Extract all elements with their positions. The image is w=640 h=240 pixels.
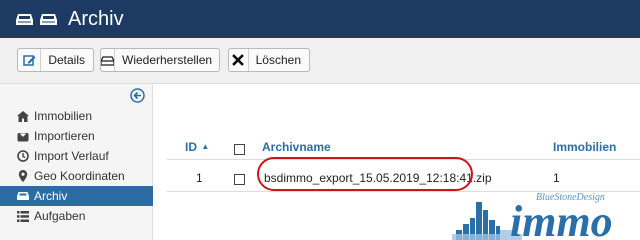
home-icon xyxy=(17,110,29,122)
sidebar-item-label: Import Verlauf xyxy=(34,149,109,163)
archive-icon xyxy=(17,190,29,202)
column-header-archivname[interactable]: Archivname xyxy=(262,140,331,154)
sidebar-item-label: Geo Koordinaten xyxy=(34,169,125,183)
close-icon xyxy=(229,49,249,71)
restore-button[interactable]: Wiederherstellen xyxy=(100,48,220,72)
clock-icon xyxy=(17,150,29,162)
archive-icon-secondary xyxy=(40,13,57,26)
page-title: Archiv xyxy=(68,7,124,30)
details-button[interactable]: Details xyxy=(17,48,94,72)
toolbar: Details Wiederherstellen Löschen xyxy=(0,38,640,84)
sidebar-item-import-verlauf[interactable]: Import Verlauf xyxy=(0,146,153,166)
collapse-sidebar-icon[interactable] xyxy=(130,88,145,103)
import-icon xyxy=(17,130,29,142)
map-marker-icon xyxy=(17,170,29,182)
edit-icon xyxy=(18,49,42,71)
list-icon xyxy=(17,210,29,222)
delete-button[interactable]: Löschen xyxy=(228,48,310,72)
app-window: Archiv Details Wiederherstellen Löschen xyxy=(0,0,640,240)
column-header-immobilien[interactable]: Immobilien xyxy=(553,140,616,154)
sidebar-item-immobilien[interactable]: Immobilien xyxy=(0,106,153,126)
column-header-id[interactable]: ID ▲ xyxy=(185,140,209,154)
sort-ascending-icon: ▲ xyxy=(201,142,210,151)
cell-id: 1 xyxy=(196,171,203,185)
delete-button-label: Löschen xyxy=(255,53,301,67)
sidebar-item-label: Importieren xyxy=(34,129,95,143)
sidebar-item-aufgaben[interactable]: Aufgaben xyxy=(0,206,153,226)
cell-immobilien: 1 xyxy=(553,171,560,185)
sidebar-item-label: Immobilien xyxy=(34,109,93,123)
row-checkbox[interactable] xyxy=(234,174,245,185)
sidebar: Immobilien Importieren Import Verlauf Ge… xyxy=(0,84,153,240)
column-header-id-label: ID xyxy=(185,140,197,154)
page-header: Archiv xyxy=(0,0,640,38)
restore-button-label: Wiederherstellen xyxy=(122,53,213,67)
bluestonedesign-logo: BlueStoneDesign immo xyxy=(452,186,640,240)
sidebar-item-importieren[interactable]: Importieren xyxy=(0,126,153,146)
svg-text:immo: immo xyxy=(510,197,613,240)
details-button-label: Details xyxy=(48,53,85,67)
sidebar-item-archiv[interactable]: Archiv xyxy=(0,186,153,206)
restore-icon xyxy=(101,49,115,71)
archive-icon xyxy=(16,13,33,26)
select-all-checkbox[interactable] xyxy=(234,144,245,155)
sidebar-item-geo-koordinaten[interactable]: Geo Koordinaten xyxy=(0,166,153,186)
sidebar-item-label: Archiv xyxy=(34,189,68,203)
highlight-oval xyxy=(257,157,473,191)
sidebar-item-label: Aufgaben xyxy=(34,209,86,223)
